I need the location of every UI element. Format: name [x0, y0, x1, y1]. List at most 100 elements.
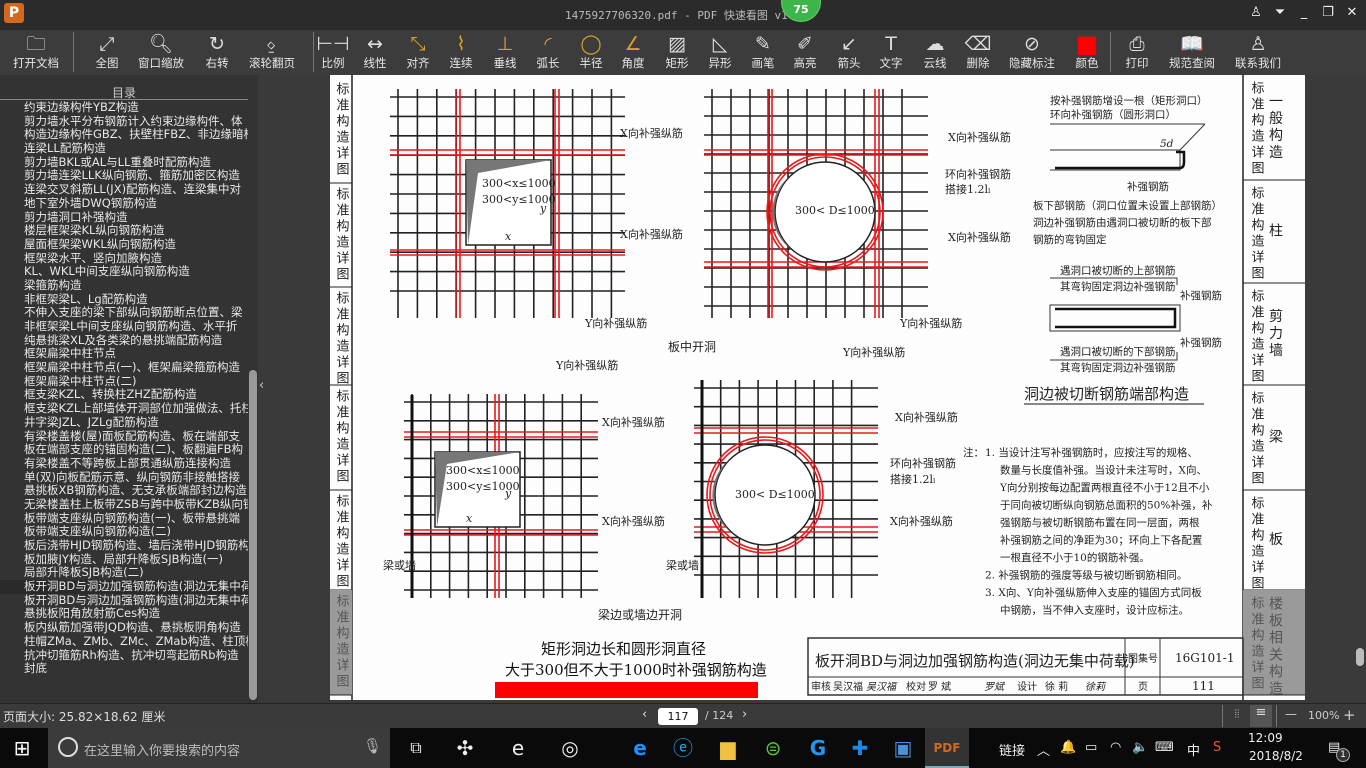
right-tab-prefix[interactable]: 标准构造详图 — [1249, 81, 1265, 177]
toc-item[interactable]: 板加腋JY构造、局部升降板SJB构造(一) — [0, 553, 248, 567]
toc-item[interactable]: 悬挑板阳角放射筋Ces构造 — [0, 607, 248, 621]
toolbar-pen-button[interactable]: ✎ 画笔 — [752, 30, 775, 75]
zoom-out-button[interactable]: — — [1285, 707, 1297, 721]
toolbar-eraser-button[interactable]: ⌫ 删除 — [965, 30, 992, 75]
toolbar-hide-eye-button[interactable]: ⊘ 隐藏标注 — [1009, 30, 1055, 75]
zoom-in-button[interactable]: + — [1343, 706, 1356, 724]
toolbar-linear-measure-button[interactable]: ↔ 线性 — [364, 30, 387, 75]
toc-item[interactable]: 板内纵筋加强带JQD构造、悬挑板阴角构造 — [0, 621, 248, 635]
toc-item[interactable]: 板带端支座纵向钢筋构造(二) — [0, 525, 248, 539]
minimize-icon[interactable]: _ — [1294, 5, 1314, 23]
toc-item[interactable]: 井字梁JZL、JZLg配筋构造 — [0, 416, 248, 430]
toc-item[interactable]: 地下室外墙DWQ钢筋构造 — [0, 197, 248, 211]
toc-item[interactable]: 剪力墙洞口补强构造 — [0, 211, 248, 225]
toc-item[interactable]: 柱帽ZMa、ZMb、ZMc、ZMab构造、柱顶柱帽 — [0, 635, 248, 649]
volume-icon[interactable]: 🔈 — [1132, 740, 1148, 755]
two-page-view-icon[interactable]: ⦙⦙ — [1228, 707, 1246, 725]
toc-item[interactable]: 纯悬挑梁XL及各类梁的悬挑端配筋构造 — [0, 334, 248, 348]
toc-item[interactable]: 剪力墙连梁LLK纵向钢筋、箍筋加密区构造 — [0, 169, 248, 183]
toolbar-arc-length-button[interactable]: ◜ 弧长 — [537, 30, 560, 75]
toolbar-perpendicular-button[interactable]: ⊥ 垂线 — [494, 30, 517, 75]
right-tab-name[interactable]: 剪力墙 — [1267, 309, 1283, 360]
toolbar-angle-button[interactable]: ∠ 角度 — [622, 30, 645, 75]
toc-item[interactable]: 无梁楼盖柱上板带ZSB与跨中板带KZB纵向钢 — [0, 498, 248, 512]
toc-item[interactable]: 单(双)向板配筋示意、纵向钢筋非接触搭接 — [0, 471, 248, 485]
windows-start-icon[interactable]: ⊞ — [0, 728, 44, 768]
tray-expand-icon[interactable]: ︿ — [1037, 740, 1050, 759]
toc-item[interactable]: 梁箍筋构造 — [0, 279, 248, 293]
toolbar-continuous-measure-button[interactable]: ⌇ 连续 — [450, 30, 473, 75]
right-tab-prefix[interactable]: 标准构造详图 — [1249, 496, 1265, 592]
toc-item[interactable]: 连梁LL配筋构造 — [0, 142, 248, 156]
toc-item[interactable]: 不伸入支座的梁下部纵向钢筋断点位置、梁 — [0, 306, 248, 320]
green-app-icon[interactable]: ⊜ — [751, 728, 795, 768]
toc-item[interactable]: 板带端支座纵向钢筋构造(一)、板带悬挑端 — [0, 512, 248, 526]
toolbar-fit-page-button[interactable]: ⤢ 全图 — [96, 30, 119, 75]
toc-item[interactable]: 板开洞BD与洞边加强钢筋构造(洞边无集中荷载) — [0, 594, 248, 608]
toolbar-color-swatch-button[interactable]: ■ 颜色 — [1076, 30, 1099, 75]
toolbar-radius-button[interactable]: ◯ 半径 — [580, 30, 603, 75]
edge-icon[interactable]: e — [618, 728, 662, 768]
toolbar-rotate-button[interactable]: ↻ 右转 — [206, 30, 229, 75]
left-tab-label[interactable]: 标准构造详图 — [334, 82, 350, 178]
user-icon[interactable]: ♙ — [1246, 5, 1266, 23]
microphone-icon[interactable]: 🎙 — [363, 737, 382, 755]
toc-item[interactable]: 框架扁梁中柱节点 — [0, 347, 248, 361]
battery-icon[interactable]: ▭ — [1085, 740, 1097, 755]
notification-bell-icon[interactable]: 🔔 — [1060, 740, 1076, 755]
toc-item[interactable]: 抗冲切箍筋Rh构造、抗冲切弯起筋Rb构造 — [0, 649, 248, 663]
sidebar-scrollbar[interactable] — [249, 370, 257, 700]
collapse-sidebar-icon[interactable]: ‹ — [259, 378, 269, 398]
toolbar-aligned-measure-button[interactable]: ⤡ 对齐 — [407, 30, 430, 75]
prev-page-icon[interactable]: ‹ — [642, 707, 647, 722]
toc-item[interactable]: 板在端部支座的锚固构造(二)、板翻遍FB构 — [0, 443, 248, 457]
right-tab-prefix[interactable]: 标准构造详图 — [1249, 186, 1265, 282]
toc-item[interactable]: 框架扁梁中柱节点(二) — [0, 375, 248, 389]
toc-item[interactable]: 板开洞BD与洞边加强钢筋构造(洞边无集中荷载) — [0, 580, 248, 594]
wifi-icon[interactable]: ◠ — [1110, 740, 1121, 755]
right-tab-name[interactable]: 一般构造 — [1267, 94, 1283, 162]
toc-item[interactable]: 楼层框架梁KL纵向钢筋构造 — [0, 224, 248, 238]
toc-item[interactable]: 非框架梁L、Lg配筋构造 — [0, 293, 248, 307]
toc-item[interactable]: 框支梁KZL、转换柱ZHZ配筋构造 — [0, 388, 248, 402]
toc-item[interactable]: 构造边缘构件GBZ、扶壁柱FBZ、非边缘暗柱 — [0, 128, 248, 142]
fan-app-icon[interactable]: ✣ — [443, 728, 487, 768]
right-tab-prefix[interactable]: 标准构造详图 — [1249, 596, 1265, 692]
toolbar-zoom-button[interactable]: 🔍︎ 窗口缩放 — [138, 30, 184, 75]
toc-item[interactable]: 框架扁梁中柱节点(一)、框架扁梁箍筋构造 — [0, 361, 248, 375]
toolbar-highlighter-button[interactable]: ✐ 高亮 — [794, 30, 817, 75]
g-app-icon[interactable]: G — [796, 728, 840, 768]
toc-item[interactable]: 有梁楼盖不等跨板上部贯通纵筋连接构造 — [0, 457, 248, 471]
left-tab-label[interactable]: 标准构造详图 — [334, 291, 350, 387]
left-tab-label[interactable]: 标准构造详图 — [334, 494, 350, 590]
close-icon[interactable]: ✕ — [1342, 5, 1362, 23]
right-tab-prefix[interactable]: 标准构造详图 — [1249, 289, 1265, 385]
right-tab-name[interactable]: 楼板相关构造 — [1267, 596, 1283, 698]
sogou-icon[interactable]: S — [1213, 740, 1221, 755]
toc-item[interactable]: 框支梁KZL上部墙体开洞部位加强做法、托柱 — [0, 402, 248, 416]
toc-item[interactable]: 局部升降板SJB构造(二) — [0, 566, 248, 580]
toc-item[interactable]: 屋面框架梁WKL纵向钢筋构造 — [0, 238, 248, 252]
taskbar-search[interactable]: 在这里输入你要搜索的内容 🎙 — [48, 728, 390, 768]
toc-item[interactable]: 有梁楼盖楼(屋)面板配筋构造、板在端部支 — [0, 430, 248, 444]
blue-app-icon[interactable]: ✚ — [838, 728, 882, 768]
toolbar-folder-button[interactable]: 🗀 打开文档 — [13, 30, 59, 75]
toc-item[interactable]: 连梁交叉斜筋LL(JX)配筋构造、连梁集中对 — [0, 183, 248, 197]
toolbar-printer-button[interactable]: ⎙ 打印 — [1126, 30, 1149, 75]
right-tab-prefix[interactable]: 标准构造详图 — [1249, 391, 1265, 487]
restore-icon[interactable]: ❐ — [1318, 5, 1338, 23]
toolbar-qq-button[interactable]: ♙ 联系我们 — [1235, 30, 1281, 75]
pdf-viewer-taskbar-icon[interactable]: PDF — [925, 728, 969, 768]
toc-item[interactable]: KL、WKL中间支座纵向钢筋构造 — [0, 265, 248, 279]
internet-explorer-icon[interactable]: ⓔ — [661, 728, 705, 768]
reader-app-icon[interactable]: ▣ — [881, 728, 925, 768]
toc-item[interactable]: 剪力墙水平分布钢筋计入约束边缘构件、体 — [0, 115, 248, 129]
page-number-input[interactable]: 117 — [658, 708, 698, 725]
toc-item[interactable]: 框架梁水平、竖向加腋构造 — [0, 252, 248, 266]
toolbar-cloud-button[interactable]: ☁ 云线 — [924, 30, 947, 75]
right-tab-name[interactable]: 柱 — [1267, 223, 1283, 240]
menu-icon[interactable]: ⏷ — [1270, 5, 1290, 23]
clock-time[interactable]: 12:09 — [1248, 731, 1283, 745]
single-page-view-icon[interactable]: ≡ — [1250, 705, 1272, 727]
toc-item[interactable]: 非框架梁L中间支座纵向钢筋构造、水平折 — [0, 320, 248, 334]
